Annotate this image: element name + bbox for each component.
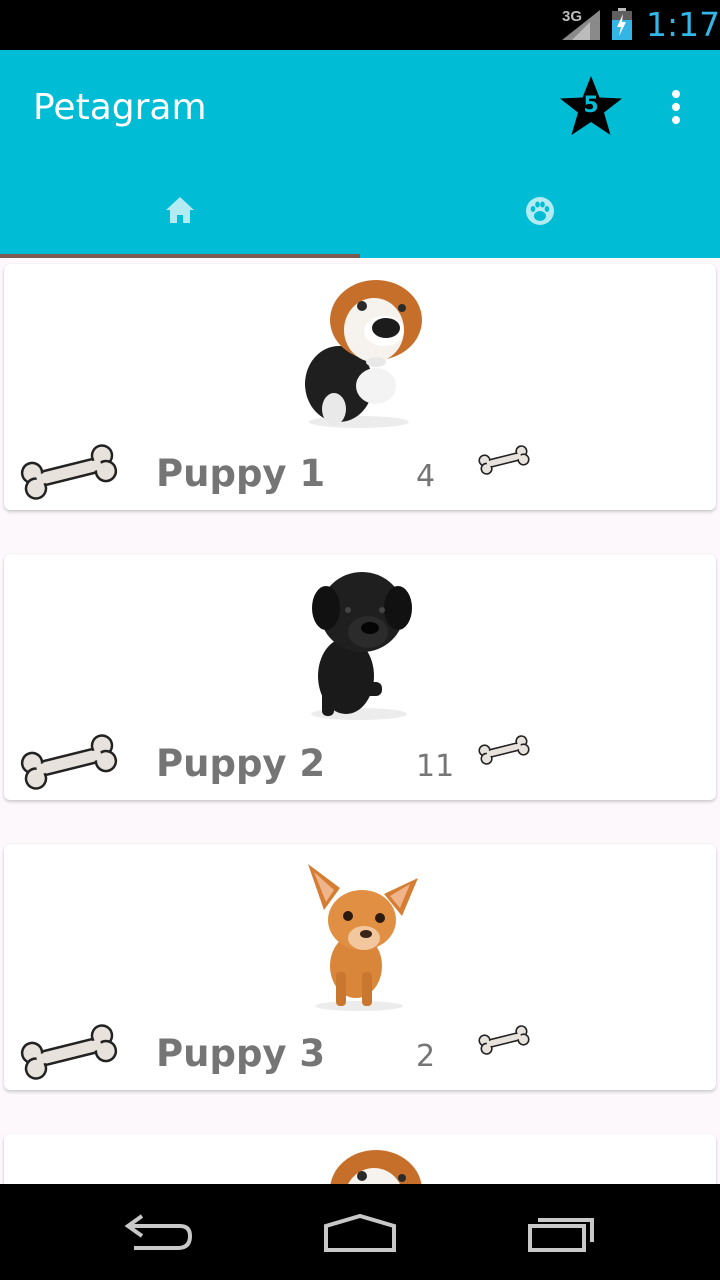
recents-icon[interactable] [522, 1208, 602, 1256]
favorites-button[interactable]: 5 [558, 74, 624, 140]
tab-profile[interactable] [360, 170, 720, 258]
bone-like-button[interactable] [16, 1024, 122, 1080]
back-icon[interactable] [120, 1208, 200, 1256]
pet-likes-count: 11 [416, 749, 455, 784]
pet-card: Puppy 3 2 [4, 844, 716, 1090]
pet-card: Puppy 1 4 [4, 264, 716, 510]
pet-name: Puppy 1 [156, 452, 326, 495]
bone-icon [478, 1025, 530, 1055]
bone-icon [478, 445, 530, 475]
paw-icon [526, 197, 554, 225]
beagle-puppy-image [305, 280, 422, 428]
battery-charging-icon [612, 8, 632, 40]
favorites-count: 5 [583, 93, 599, 118]
tab-indicator [0, 254, 360, 258]
bone-like-button[interactable] [16, 444, 122, 500]
tab-home[interactable] [0, 170, 360, 258]
pet-name: Puppy 3 [156, 1032, 326, 1075]
bone-icon [478, 735, 530, 765]
more-vert-icon[interactable] [660, 84, 692, 128]
pet-name: Puppy 2 [156, 742, 326, 785]
clock: 1:17 [646, 5, 720, 44]
navigation-bar [0, 1184, 720, 1280]
bone-like-button[interactable] [16, 734, 122, 790]
status-bar: 3G 1:17 [0, 0, 720, 50]
chihuahua-puppy-image [308, 864, 418, 1011]
app-title: Petagram [33, 87, 207, 128]
pet-card: Puppy 2 11 [4, 554, 716, 800]
network-type: 3G [562, 8, 583, 25]
home-icon [166, 197, 194, 223]
black-puppy-image [311, 572, 412, 720]
home-outline-icon[interactable] [320, 1208, 400, 1256]
pet-likes-count: 4 [416, 459, 436, 494]
app-bar: Petagram 5 [0, 50, 720, 258]
pet-likes-count: 2 [416, 1039, 436, 1074]
